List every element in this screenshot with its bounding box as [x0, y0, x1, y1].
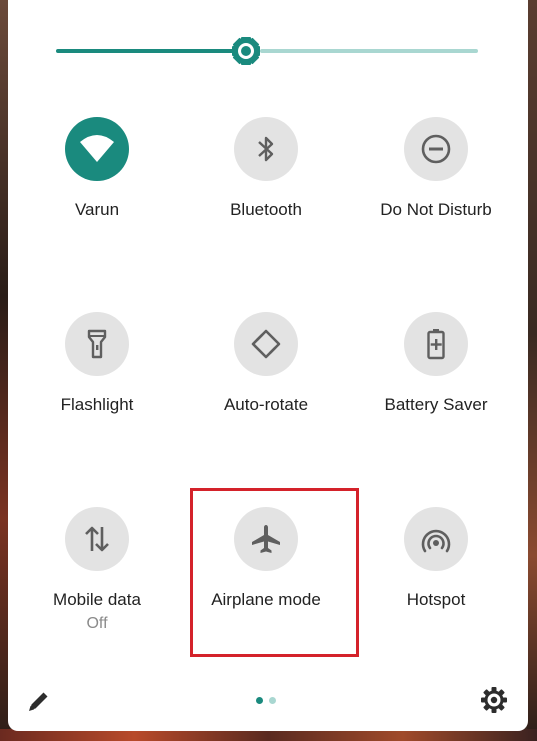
tile-mobile-data[interactable]: Mobile data Off [12, 507, 182, 635]
mobile-data-icon [85, 526, 109, 552]
airplane-mode-highlight-box [190, 488, 359, 657]
tile-hotspot-button[interactable] [404, 507, 468, 571]
wifi-icon [80, 135, 114, 162]
wallpaper-right-edge [527, 0, 537, 741]
pencil-icon[interactable] [26, 688, 52, 714]
tile-label: Mobile data [53, 590, 141, 609]
tile-do-not-disturb[interactable]: Do Not Disturb [351, 117, 521, 221]
battery-saver-icon [427, 329, 445, 360]
page-indicator [256, 697, 280, 705]
tile-dnd-button[interactable] [404, 117, 468, 181]
brightness-thumb-icon[interactable] [230, 35, 262, 67]
tile-label: Bluetooth [230, 200, 302, 219]
tile-label: Hotspot [406, 590, 466, 609]
flashlight-icon [87, 329, 107, 359]
tile-label: Do Not Disturb [380, 200, 492, 219]
tile-battery-saver[interactable]: Battery Saver [351, 312, 521, 416]
bluetooth-icon [258, 136, 274, 162]
tile-label: Flashlight [60, 395, 134, 414]
do-not-disturb-icon [421, 134, 451, 164]
brightness-slider[interactable] [56, 37, 478, 65]
tile-wifi[interactable]: Varun [12, 117, 182, 221]
brightness-track-rest [260, 49, 478, 53]
tile-sublabel: Off [86, 615, 108, 632]
tile-label: Battery Saver [384, 395, 488, 414]
page-dot-active [256, 697, 263, 704]
hotspot-icon [421, 529, 451, 553]
tile-mobile-data-button[interactable] [65, 507, 129, 571]
quick-settings-panel: Varun Bluetooth Do Not Disturb Flashligh… [8, 0, 528, 731]
gear-icon[interactable] [480, 686, 508, 714]
tile-flashlight-button[interactable] [65, 312, 129, 376]
tile-battery-saver-button[interactable] [404, 312, 468, 376]
tile-bluetooth-button[interactable] [234, 117, 298, 181]
tile-wifi-button[interactable] [65, 117, 129, 181]
tile-hotspot[interactable]: Hotspot [351, 507, 521, 611]
tile-label: Varun [74, 200, 120, 219]
tile-bluetooth[interactable]: Bluetooth [181, 117, 351, 221]
tile-flashlight[interactable]: Flashlight [12, 312, 182, 416]
auto-rotate-icon [251, 329, 281, 359]
tile-label: Auto-rotate [223, 395, 309, 414]
page-dot [269, 697, 276, 704]
tile-auto-rotate[interactable]: Auto-rotate [181, 312, 351, 416]
brightness-track-fill [56, 49, 236, 53]
tile-auto-rotate-button[interactable] [234, 312, 298, 376]
